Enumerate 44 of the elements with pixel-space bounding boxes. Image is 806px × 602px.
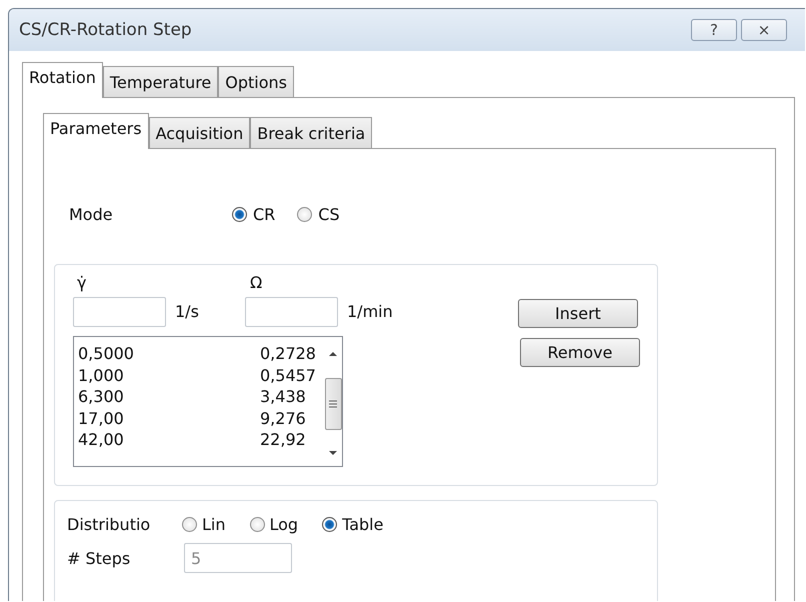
radio-label: Lin bbox=[202, 515, 226, 534]
list-cell: 3,438 bbox=[260, 386, 306, 408]
shear-rate-label: γ̇ bbox=[76, 273, 88, 294]
list-cell-text: 1,000 bbox=[78, 364, 125, 386]
window-title: CS/CR-Rotation Step bbox=[19, 20, 192, 40]
tab[interactable]: Break criteria bbox=[250, 117, 372, 148]
scroll-up-icon[interactable] bbox=[328, 351, 338, 357]
speed-label: Ω bbox=[250, 273, 262, 294]
tab[interactable]: Rotation bbox=[22, 62, 103, 98]
radio-button[interactable]: Table bbox=[322, 515, 384, 534]
unit-label: 1/min bbox=[347, 302, 394, 321]
remove-button[interactable]: Remove bbox=[520, 338, 640, 367]
list-cell: 0,5457 bbox=[260, 364, 316, 386]
radio-button[interactable]: CR bbox=[232, 205, 276, 224]
tab[interactable]: Options bbox=[218, 66, 294, 97]
insert-button[interactable]: Insert bbox=[518, 299, 638, 328]
radio-label: Log bbox=[270, 515, 298, 534]
radio-label: CS bbox=[318, 205, 340, 224]
radio-button[interactable]: Lin bbox=[182, 515, 226, 534]
radio-label: Table bbox=[342, 515, 384, 534]
points-list[interactable]: 0,5000 0,2728 1,000 0,5457 6,300 3,438 17,00 9,276 42,00 22,92 bbox=[73, 336, 343, 467]
help-button[interactable]: ? bbox=[691, 19, 737, 41]
steps-label: # Steps bbox=[67, 548, 132, 568]
list-cell: 22,92 bbox=[260, 429, 306, 450]
radio-button[interactable]: Log bbox=[250, 515, 298, 534]
shear-rate-field[interactable] bbox=[73, 296, 166, 326]
mode-label: Mode bbox=[69, 205, 114, 224]
tab[interactable]: Acquisition bbox=[148, 117, 250, 148]
scroll-down-icon[interactable] bbox=[328, 450, 338, 456]
tab[interactable]: Parameters bbox=[43, 113, 149, 149]
tab[interactable]: Temperature bbox=[102, 66, 218, 97]
radio-label: CR bbox=[253, 205, 276, 224]
list-cell-text: 0,5000 bbox=[78, 343, 135, 364]
speed-field[interactable] bbox=[245, 296, 338, 326]
list-cell: 9,276 bbox=[260, 408, 306, 429]
close-button[interactable]: × bbox=[741, 19, 787, 41]
unit-label: 1/s bbox=[175, 302, 200, 321]
radio-button[interactable]: CS bbox=[297, 205, 340, 224]
list-cell-text: 6,300 bbox=[78, 386, 125, 408]
list-cell-text: 42,00 bbox=[78, 429, 125, 450]
list-cell-text: 17,00 bbox=[78, 408, 125, 429]
list-cell: 0,2728 bbox=[260, 343, 316, 364]
distribution-label: Distributio bbox=[67, 515, 152, 534]
scroll-thumb[interactable] bbox=[324, 378, 342, 430]
